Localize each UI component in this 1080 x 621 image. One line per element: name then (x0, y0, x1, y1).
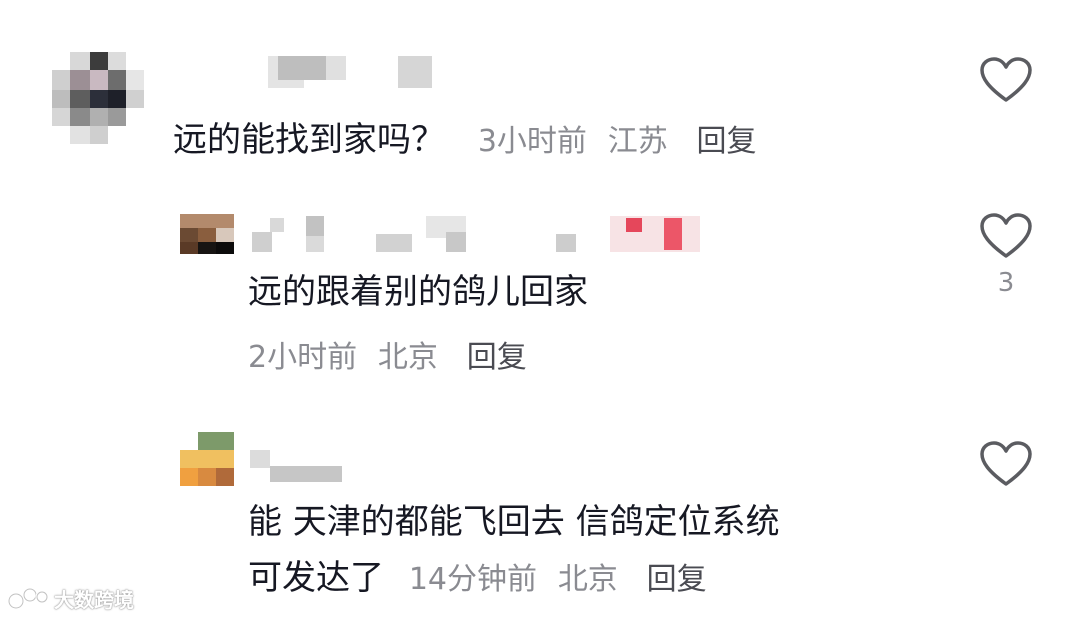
comment-text-line2: 可发达了 14分钟前 北京 回复 (248, 558, 707, 598)
username-blurred[interactable] (250, 450, 350, 484)
reply-button[interactable]: 回复 (697, 124, 757, 159)
avatar[interactable] (180, 214, 234, 254)
heart-icon (980, 441, 1032, 486)
like-button[interactable] (976, 56, 1036, 112)
like-count: 3 (997, 268, 1015, 298)
heart-icon (980, 213, 1032, 258)
avatar[interactable] (180, 432, 234, 486)
comment-time: 14分钟前 (408, 562, 537, 597)
comment-text-line1: 能 天津的都能飞回去 信鸽定位系统 (248, 502, 780, 542)
watermark-logo-icon (8, 587, 49, 609)
comment-location: 北京 (557, 562, 618, 597)
username-blurred[interactable] (268, 52, 438, 92)
watermark-text: 大数跨境 (54, 588, 134, 612)
comment-location: 江苏 (607, 124, 668, 159)
comment-text: 远的能找到家吗？ 3小时前 江苏 回复 (173, 120, 757, 160)
reply-button[interactable]: 回复 (467, 340, 527, 375)
reply-button[interactable]: 回复 (647, 562, 707, 597)
comment-location: 北京 (377, 340, 438, 375)
comment-text: 远的跟着别的鸽儿回家 (248, 272, 588, 312)
comment-time: 2小时前 (248, 340, 358, 375)
heart-icon (980, 57, 1032, 102)
watermark: 大数跨境 (8, 584, 134, 613)
like-button[interactable]: 3 (976, 212, 1036, 298)
avatar[interactable] (52, 52, 144, 144)
comment-time: 3小时前 (477, 124, 587, 159)
like-button[interactable] (976, 440, 1036, 496)
comment-meta: 2小时前 北京 回复 (248, 334, 527, 380)
username-blurred[interactable] (250, 212, 710, 256)
